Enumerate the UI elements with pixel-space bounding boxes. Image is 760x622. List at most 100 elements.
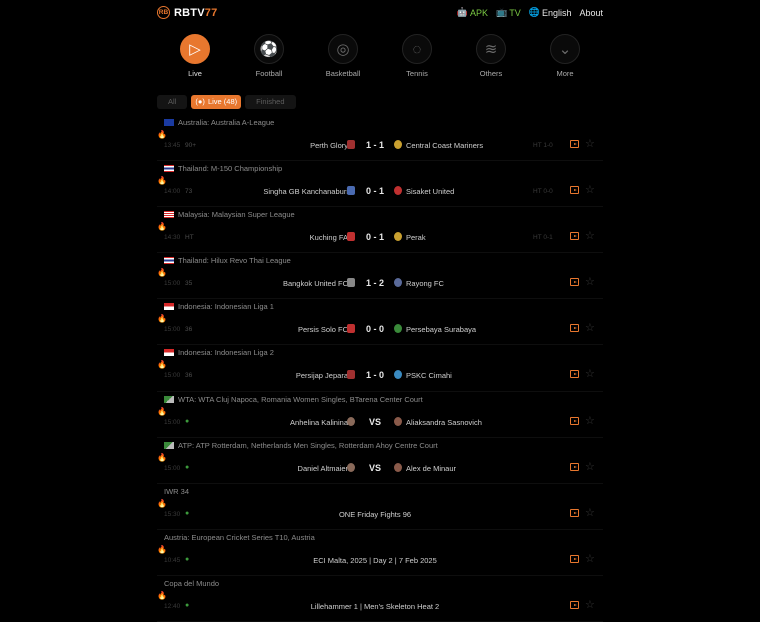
- league-name: Malaysia: Malaysian Super League: [178, 210, 295, 220]
- watch-stream-icon[interactable]: [570, 186, 579, 195]
- league-name: IWR 34: [164, 486, 190, 496]
- watch-stream-icon[interactable]: [570, 600, 579, 609]
- match-row[interactable]: ATP: ATP Rotterdam, Netherlands Men Sing…: [157, 438, 603, 484]
- watch-stream-icon[interactable]: [570, 140, 579, 148]
- language-selector[interactable]: 🌐 English: [529, 7, 572, 18]
- match-row[interactable]: Thailand: Hilux Revo Thai League 🔥 15:00 35…: [157, 253, 603, 300]
- home-team: Persijap Jepara: [295, 371, 348, 381]
- tv-link[interactable]: 📺 TV: [496, 7, 521, 18]
- sport-label: Basketball: [325, 69, 361, 78]
- hot-flame-icon: 🔥: [157, 268, 167, 278]
- hot-flame-icon: 🔥: [157, 590, 167, 600]
- league-header: Copa del Mundo: [164, 579, 219, 588]
- match-score: VS: [368, 416, 381, 427]
- match-status: 90+: [185, 142, 197, 149]
- league-name: Australia: Australia A-League: [178, 118, 275, 127]
- favorite-star-icon[interactable]: ☆: [585, 275, 595, 288]
- event-title: Lillehammer 1 | Men's Skeleton Heat 2: [310, 601, 440, 611]
- sport-more[interactable]: ⌄ More: [535, 34, 595, 78]
- match-status: 73: [185, 188, 193, 196]
- favorite-star-icon[interactable]: ☆: [585, 137, 595, 150]
- flag-id-icon: [164, 349, 174, 357]
- watch-stream-icon[interactable]: [570, 416, 579, 425]
- tab-live[interactable]: (●) Live (48): [191, 95, 242, 109]
- away-team: Aliaksandra Sasnovich: [406, 417, 482, 427]
- league-name: ATP: ATP Rotterdam, Netherlands Men Sing…: [178, 440, 438, 450]
- hot-flame-icon: 🔥: [157, 498, 167, 508]
- favorite-star-icon[interactable]: ☆: [585, 229, 595, 242]
- match-row[interactable]: Indonesia: Indonesian Liga 2 🔥 15:00 36 Pers…: [157, 345, 603, 392]
- match-time: 13:45: [164, 142, 181, 149]
- flag-my-icon: [164, 211, 174, 219]
- match-score: 0 - 1: [365, 186, 384, 197]
- league-header: Thailand: Hilux Revo Thai League: [164, 256, 291, 265]
- favorite-star-icon[interactable]: ☆: [585, 183, 595, 196]
- favorite-star-icon[interactable]: ☆: [585, 367, 595, 380]
- match-status: 36: [185, 326, 193, 334]
- match-status: 35: [185, 280, 193, 288]
- watch-stream-icon[interactable]: [570, 324, 579, 333]
- logo-badge: RB: [157, 6, 170, 19]
- favorite-star-icon[interactable]: ☆: [585, 414, 595, 427]
- match-row[interactable]: WTA: WTA Cluj Napoca, Romania Women Sing…: [157, 392, 603, 438]
- sport-live[interactable]: ▷ Live: [165, 34, 225, 78]
- filter-tabs: All (●) Live (48) Finished: [157, 95, 296, 109]
- watch-stream-icon[interactable]: [570, 554, 579, 563]
- live-tv-icon: ▷: [180, 34, 210, 64]
- favorite-star-icon[interactable]: ☆: [585, 321, 595, 334]
- apk-link[interactable]: 🤖 APK: [457, 7, 488, 18]
- sport-categories: ▷ Live ⚽ Football ◎ Basketball ◌ Tennis ≋ Others ⌄…: [157, 34, 603, 82]
- match-score: 1 - 1: [365, 140, 384, 150]
- watch-stream-icon[interactable]: [570, 370, 579, 379]
- android-icon: 🤖: [456, 7, 468, 17]
- site-logo[interactable]: RB RBTV77: [157, 6, 217, 19]
- match-row[interactable]: Malaysia: Malaysian Super League 🔥 14:30 HT…: [157, 207, 603, 254]
- sport-others[interactable]: ≋ Others: [461, 34, 521, 78]
- league-name: Indonesia: Indonesian Liga 2: [178, 348, 274, 358]
- match-row[interactable]: Austria: European Cricket Series T10, Au…: [157, 530, 603, 576]
- halftime-score: HT 1-0: [533, 142, 553, 149]
- home-team: Singha GB Kanchanaburi: [263, 187, 348, 197]
- league-name: Thailand: M-150 Championship: [178, 164, 283, 174]
- hot-flame-icon: 🔥: [157, 360, 167, 370]
- match-row[interactable]: Australia: Australia A-League 🔥 13:45 90+ Pe…: [157, 115, 603, 162]
- match-row[interactable]: IWR 34 🔥 15:30 ● ONE Friday Fights 96 ☆: [157, 484, 603, 530]
- watch-stream-icon[interactable]: [570, 232, 579, 241]
- event-title: ONE Friday Fights 96: [338, 509, 412, 519]
- watch-stream-icon[interactable]: [570, 462, 579, 471]
- match-row[interactable]: Copa del Mundo 🔥 12:40 ● Lillehammer 1 | Men…: [157, 576, 603, 622]
- away-player-avatar-icon: [394, 416, 402, 426]
- away-team-logo-icon: [394, 232, 402, 242]
- sport-tennis[interactable]: ◌ Tennis: [387, 34, 447, 78]
- sport-basketball[interactable]: ◎ Basketball: [313, 34, 373, 78]
- away-team: Alex de Minaur: [406, 463, 457, 473]
- match-score: 1 - 0: [365, 370, 384, 381]
- watch-stream-icon[interactable]: [570, 278, 579, 287]
- tab-all[interactable]: All: [157, 95, 188, 109]
- flag-th-icon: [164, 165, 174, 173]
- league-header: Australia: Australia A-League: [164, 118, 274, 127]
- favorite-star-icon[interactable]: ☆: [585, 506, 595, 519]
- top-header: RB RBTV77 🤖 APK 📺 TV 🌐 English About: [0, 0, 760, 28]
- favorite-star-icon[interactable]: ☆: [585, 460, 595, 473]
- away-team-logo-icon: [394, 278, 402, 288]
- home-team-logo-icon: [347, 140, 355, 149]
- home-team: Anhelina Kalinina: [290, 417, 348, 427]
- home-player-avatar-icon: [347, 416, 355, 426]
- favorite-star-icon[interactable]: ☆: [585, 552, 595, 565]
- watch-stream-icon[interactable]: [570, 508, 579, 517]
- away-player-avatar-icon: [394, 462, 402, 472]
- sport-football[interactable]: ⚽ Football: [239, 34, 299, 78]
- match-score: 1 - 2: [365, 278, 384, 289]
- match-row[interactable]: Indonesia: Indonesian Liga 1 🔥 15:00 36 Pers…: [157, 299, 603, 346]
- basketball-icon: ◎: [328, 34, 358, 64]
- tv-icon: 📺: [495, 7, 508, 17]
- match-score: 0 - 1: [365, 232, 384, 243]
- about-link[interactable]: About: [579, 8, 603, 18]
- chevron-down-icon: ⌄: [550, 34, 580, 64]
- top-nav: 🤖 APK 📺 TV 🌐 English About: [457, 7, 603, 18]
- event-title: ECI Malta, 2025 | Day 2 | 7 Feb 2025: [313, 555, 437, 565]
- match-row[interactable]: Thailand: M-150 Championship 🔥 14:00 73 Sing…: [157, 161, 603, 208]
- layers-icon: ≋: [476, 34, 506, 64]
- tab-finished[interactable]: Finished: [245, 95, 296, 109]
